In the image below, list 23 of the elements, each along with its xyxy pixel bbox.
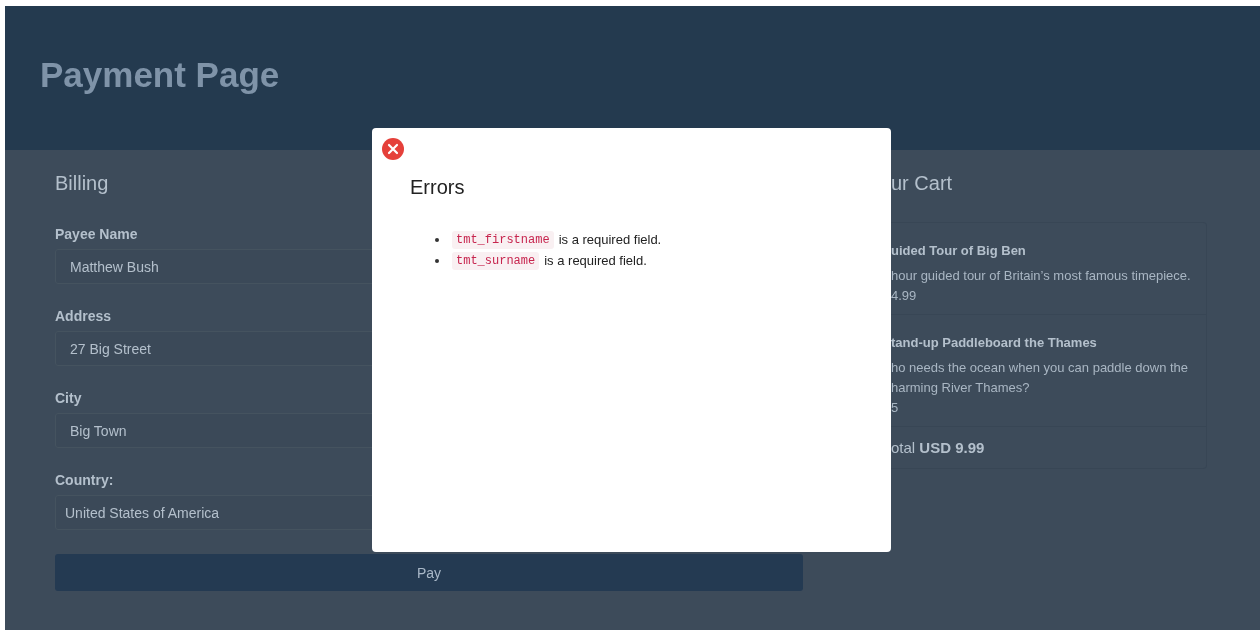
dialog-title: Errors — [410, 176, 466, 199]
close-icon[interactable] — [382, 138, 404, 160]
error-message: is a required field. — [558, 232, 662, 247]
field-code: tmt_firstname — [452, 230, 554, 249]
item-name: tand-up Paddleboard the Thames — [891, 335, 1098, 350]
item-description: hour guided tour of Britain’s most famous timepiece. — [891, 267, 1192, 285]
cart-total: otal USD 9.99 — [891, 438, 986, 458]
error-message: is a required field. — [544, 253, 647, 268]
field-label: City — [55, 390, 82, 406]
cart-heading: ur Cart — [891, 172, 953, 196]
page-title: Payment Page — [40, 55, 280, 95]
field-label: Country: — [55, 472, 114, 488]
field-label: Address — [55, 308, 112, 324]
field-label: Payee Name — [55, 226, 138, 242]
billing-heading: Billing — [55, 172, 109, 196]
item-price: 5 — [891, 399, 900, 417]
bullet-icon — [435, 258, 439, 263]
pay-button[interactable]: Pay — [55, 554, 803, 591]
item-description: ho needs the ocean when you can paddle down the harming River Thames? — [891, 359, 1190, 397]
item-name: uided Tour of Big Ben — [891, 243, 1027, 258]
item-price: 4.99 — [891, 287, 918, 305]
bullet-icon — [435, 237, 439, 242]
field-code: tmt_surname — [452, 251, 540, 270]
